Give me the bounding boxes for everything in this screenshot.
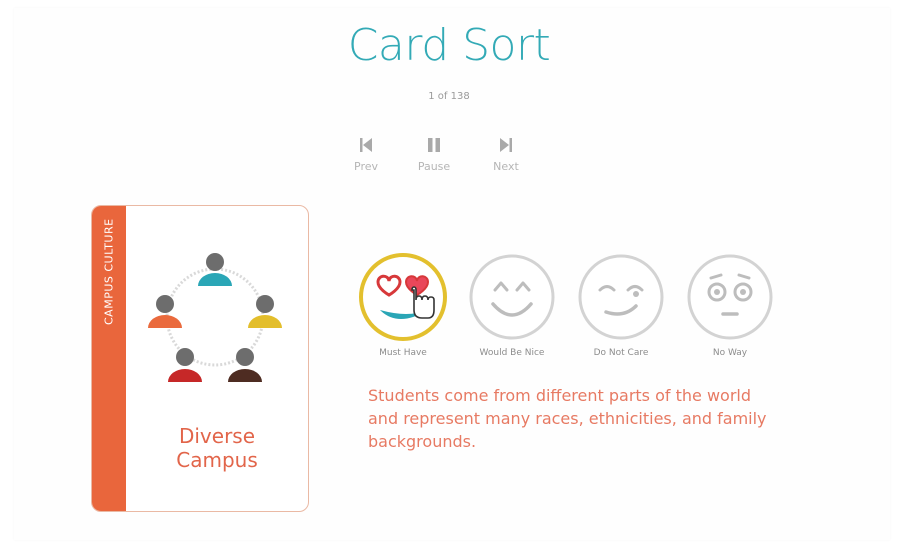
card-title: Diverse Campus [126,424,308,472]
page-title: Card Sort [347,20,551,71]
rating-label: Do Not Care [593,348,649,358]
happy-face-icon [467,252,557,342]
card-category: CAMPUS CULTURE [102,218,116,325]
rating-no-way[interactable]: No Way [685,252,775,358]
rating-would-be-nice[interactable]: Would Be Nice [467,252,557,358]
skip-back-icon [336,136,396,158]
hearts-in-hand-icon [358,252,448,342]
card-title-line2: Campus [176,448,258,472]
rating-do-not-care[interactable]: Do Not Care [576,252,666,358]
pause-button[interactable]: Pause [404,136,464,173]
card-sort-panel: Card Sort 1 of 138 Prev Pause Next CAMPU… [14,8,890,540]
rating-label: No Way [712,348,748,358]
smirk-face-icon [576,252,666,342]
pause-label: Pause [417,160,451,173]
prev-button[interactable]: Prev [336,136,396,173]
shocked-face-icon [685,252,775,342]
rating-must-have[interactable]: Must Have [358,252,448,358]
card-description: Students come from different parts of th… [368,386,767,451]
card-category-strip: CAMPUS CULTURE [92,206,126,511]
diverse-people-circle-icon [140,242,290,392]
next-label: Next [493,160,519,173]
card-title-line1: Diverse [178,424,256,448]
next-button[interactable]: Next [476,136,536,173]
rating-label: Would Be Nice [479,348,545,358]
pause-icon [404,136,464,158]
topic-card[interactable]: CAMPUS CULTURE Diverse Campus [91,205,309,512]
skip-forward-icon [476,136,536,158]
rating-label: Must Have [379,348,427,358]
card-counter: 1 of 138 [428,91,470,102]
prev-label: Prev [354,160,378,173]
